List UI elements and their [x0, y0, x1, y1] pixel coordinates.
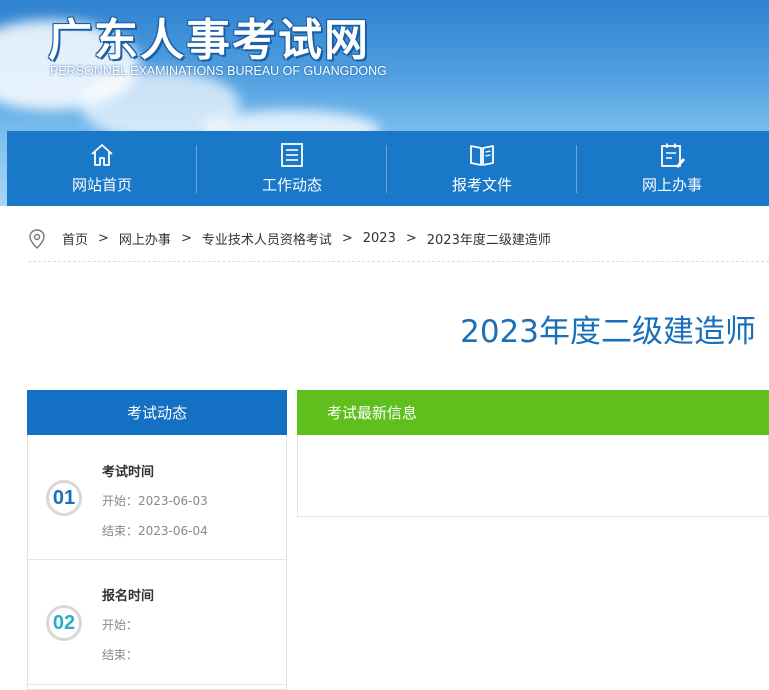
breadcrumb-separator: >	[341, 231, 353, 246]
clipboard-pen-icon	[661, 143, 685, 168]
nav-item-documents[interactable]: 报考文件	[387, 131, 577, 206]
page-title: 2023年度二级建造师	[460, 314, 756, 350]
breadcrumb: 首页 > 网上办事 > 专业技术人员资格考试 > 2023 > 2023年度二级…	[28, 226, 769, 262]
nav-item-label: 报考文件	[451, 176, 512, 194]
event-number-badge: 02	[46, 605, 82, 641]
event-start: 开始：2023-06-03	[102, 494, 208, 508]
nav-item-label: 工作动态	[261, 176, 322, 194]
breadcrumb-separator: >	[405, 231, 417, 246]
document-list-icon	[281, 143, 303, 167]
event-end: 结束：	[102, 648, 139, 662]
latest-info-heading: 考试最新信息	[297, 390, 769, 435]
nav-item-label: 网上办事	[641, 176, 702, 194]
exam-event-item: 02 报名时间 开始： 结束：	[27, 560, 287, 685]
site-subtitle: PERSONNEL EXAMINATIONS BUREAU OF GUANGDO…	[50, 64, 387, 78]
nav-item-home[interactable]: 网站首页	[7, 131, 197, 206]
nav-item-news[interactable]: 工作动态	[197, 131, 387, 206]
exam-events-heading: 考试动态	[27, 390, 287, 435]
main-nav: 网站首页 工作动态 报考文件 网上办事	[7, 131, 769, 206]
latest-info-panel	[297, 435, 769, 517]
breadcrumb-link-current[interactable]: 2023年度二级建造师	[427, 229, 551, 248]
breadcrumb-separator: >	[98, 231, 109, 246]
nav-item-online-services[interactable]: 网上办事	[577, 131, 767, 206]
breadcrumb-link-professional-exam[interactable]: 专业技术人员资格考试	[202, 229, 332, 248]
breadcrumb-link-home[interactable]: 首页	[62, 229, 88, 248]
event-title: 考试时间	[102, 465, 155, 480]
nav-item-label: 网站首页	[71, 176, 132, 194]
event-end: 结束：2023-06-04	[102, 524, 208, 538]
breadcrumb-link-year[interactable]: 2023	[363, 231, 396, 246]
home-icon	[91, 144, 113, 166]
site-title[interactable]: 广东人事考试网	[48, 4, 370, 68]
open-book-icon	[470, 145, 494, 166]
location-pin-icon	[29, 228, 45, 249]
exam-event-item: 01 考试时间 开始：2023-06-03 结束：2023-06-04	[27, 435, 287, 560]
breadcrumb-link-online-services[interactable]: 网上办事	[119, 229, 171, 248]
event-title: 报名时间	[102, 589, 155, 604]
event-start: 开始：	[102, 618, 139, 632]
event-number-badge: 01	[46, 480, 82, 516]
breadcrumb-separator: >	[180, 231, 192, 246]
